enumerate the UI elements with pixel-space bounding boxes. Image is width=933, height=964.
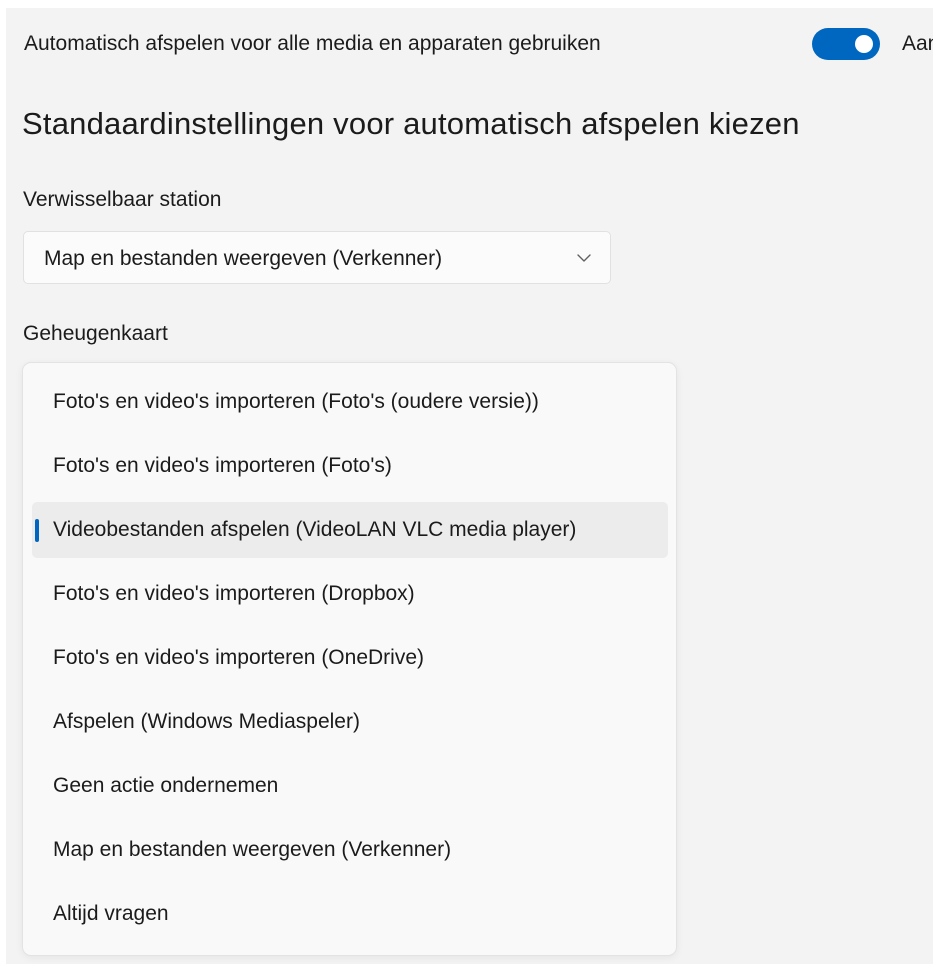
memory-card-option[interactable]: Foto's en video's importeren (Dropbox) xyxy=(32,566,668,622)
option-label: Geen actie ondernemen xyxy=(53,774,279,797)
memory-card-option[interactable]: Map en bestanden weergeven (Verkenner) xyxy=(32,822,668,878)
chevron-down-icon xyxy=(577,254,591,262)
section-title: Standaardinstellingen voor automatisch a… xyxy=(22,106,800,141)
autoplay-toggle-label: Automatisch afspelen voor alle media en … xyxy=(24,32,601,55)
autoplay-toggle-switch[interactable] xyxy=(812,28,880,60)
removable-drive-selected-value: Map en bestanden weergeven (Verkenner) xyxy=(44,247,443,270)
memory-card-option[interactable]: Geen actie ondernemen xyxy=(32,758,668,814)
autoplay-settings-panel: Automatisch afspelen voor alle media en … xyxy=(6,8,933,964)
option-label: Afspelen (Windows Mediaspeler) xyxy=(53,710,360,733)
option-label: Map en bestanden weergeven (Verkenner) xyxy=(53,838,452,861)
option-label: Foto's en video's importeren (Foto's (ou… xyxy=(53,390,539,413)
memory-card-option[interactable]: Foto's en video's importeren (Foto's (ou… xyxy=(32,374,668,430)
option-label: Videobestanden afspelen (VideoLAN VLC me… xyxy=(53,518,577,541)
option-label: Foto's en video's importeren (Dropbox) xyxy=(53,582,415,605)
memory-card-option-selected[interactable]: Videobestanden afspelen (VideoLAN VLC me… xyxy=(32,502,668,558)
memory-card-options-list: Foto's en video's importeren (Foto's (ou… xyxy=(22,362,677,956)
memory-card-option[interactable]: Foto's en video's importeren (Foto's) xyxy=(32,438,668,494)
autoplay-toggle-row: Automatisch afspelen voor alle media en … xyxy=(24,18,933,68)
option-label: Foto's en video's importeren (OneDrive) xyxy=(53,646,424,669)
option-label: Foto's en video's importeren (Foto's) xyxy=(53,454,392,477)
selection-indicator xyxy=(35,519,39,542)
memory-card-option[interactable]: Altijd vragen xyxy=(32,886,668,942)
option-label: Altijd vragen xyxy=(53,902,169,925)
removable-drive-label: Verwisselbaar station xyxy=(23,188,222,211)
memory-card-label: Geheugenkaart xyxy=(23,322,168,345)
memory-card-option[interactable]: Foto's en video's importeren (OneDrive) xyxy=(32,630,668,686)
removable-drive-dropdown[interactable]: Map en bestanden weergeven (Verkenner) xyxy=(23,231,611,284)
toggle-knob xyxy=(855,35,873,53)
memory-card-option[interactable]: Afspelen (Windows Mediaspeler) xyxy=(32,694,668,750)
autoplay-toggle-state: Aan xyxy=(902,32,933,55)
